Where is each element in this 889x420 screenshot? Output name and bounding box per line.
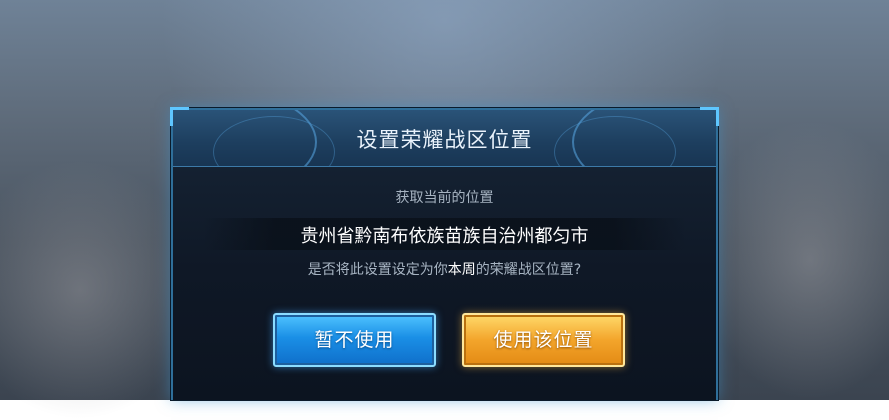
question-prefix: 是否将此设置设定为你 [307, 262, 448, 278]
question-suffix: 的荣耀战区位置? [475, 262, 582, 278]
dialog-header: 设置荣耀战区位置 [173, 110, 716, 167]
use-location-button[interactable]: 使用该位置 [462, 313, 625, 367]
confirm-question: 是否将此设置设定为你本周的荣耀战区位置? [0, 259, 889, 279]
dialog-title: 设置荣耀战区位置 [356, 128, 533, 152]
not-now-button[interactable]: 暂不使用 [273, 313, 436, 367]
location-text: 贵州省黔南布依族苗族自治州都匀市 [300, 226, 589, 247]
location-dialog: 设置荣耀战区位置 [170, 107, 719, 400]
question-highlight: 本周 [447, 262, 476, 278]
current-location-label: 获取当前的位置 [395, 190, 494, 206]
